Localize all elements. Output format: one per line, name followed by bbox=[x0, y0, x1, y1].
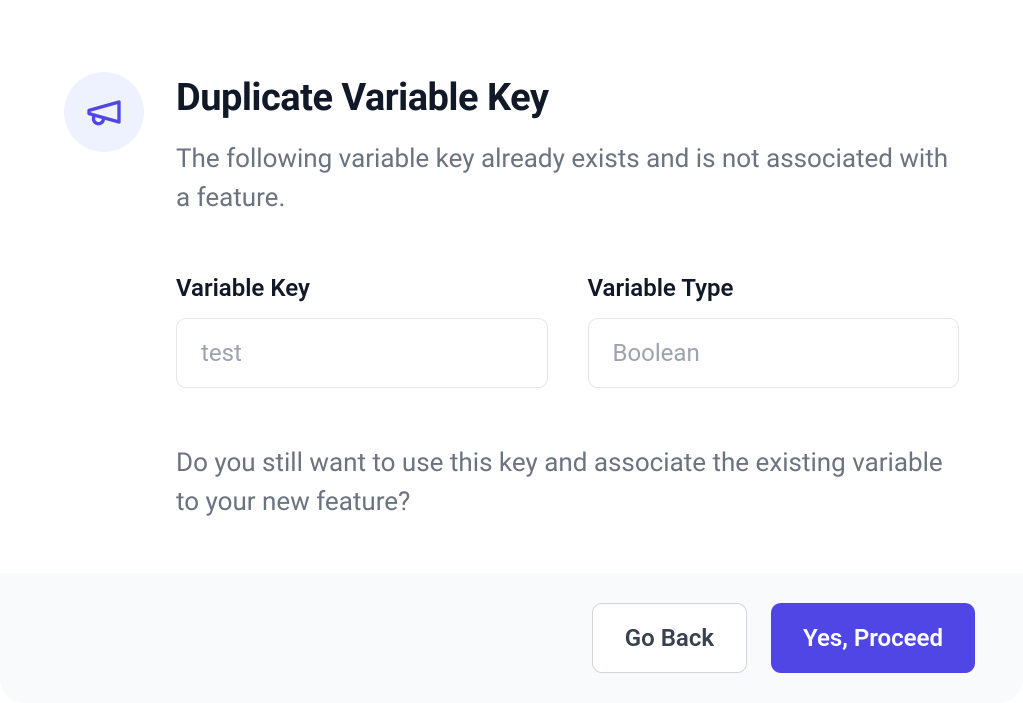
yes-proceed-button[interactable]: Yes, Proceed bbox=[771, 603, 975, 673]
modal-question: Do you still want to use this key and as… bbox=[176, 444, 959, 522]
modal-title: Duplicate Variable Key bbox=[176, 76, 959, 120]
modal-body: Duplicate Variable Key The following var… bbox=[0, 0, 1023, 573]
variable-type-label: Variable Type bbox=[588, 274, 960, 302]
megaphone-icon bbox=[64, 72, 144, 152]
modal-content: Duplicate Variable Key The following var… bbox=[176, 72, 959, 525]
variable-type-value: Boolean bbox=[588, 318, 960, 388]
fields-row: Variable Key test Variable Type Boolean bbox=[176, 274, 959, 388]
variable-type-field: Variable Type Boolean bbox=[588, 274, 960, 388]
variable-key-field: Variable Key test bbox=[176, 274, 548, 388]
variable-key-label: Variable Key bbox=[176, 274, 548, 302]
go-back-button[interactable]: Go Back bbox=[592, 603, 747, 673]
modal-footer: Go Back Yes, Proceed bbox=[0, 573, 1023, 703]
duplicate-variable-modal: Duplicate Variable Key The following var… bbox=[0, 0, 1023, 703]
modal-description: The following variable key already exist… bbox=[176, 140, 959, 218]
variable-key-value: test bbox=[176, 318, 548, 388]
